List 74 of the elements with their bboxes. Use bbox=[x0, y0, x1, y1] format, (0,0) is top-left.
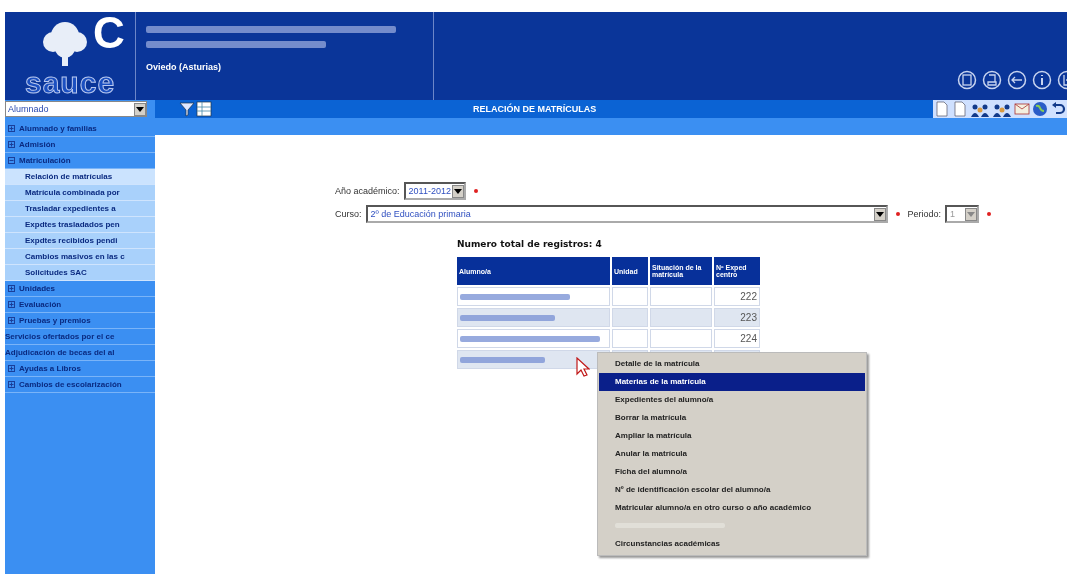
required-icon bbox=[473, 189, 478, 193]
year-select[interactable]: 2011-2012 bbox=[403, 182, 466, 200]
cursor-icon bbox=[576, 357, 590, 377]
sidebar-item[interactable]: Cambios de escolarización bbox=[5, 377, 155, 393]
menu-item[interactable]: Materias de la matrícula bbox=[599, 373, 865, 391]
expand-icon[interactable] bbox=[8, 141, 15, 148]
menu-item[interactable]: Nº de identificación escolar del alumno/a bbox=[599, 481, 865, 499]
field-label: Periodo: bbox=[907, 209, 942, 219]
sidebar-subitem[interactable]: Expdtes trasladados pen bbox=[5, 217, 155, 233]
required-icon bbox=[895, 212, 900, 216]
sidebar-item[interactable]: Evaluación bbox=[5, 297, 155, 313]
sidebar-subitem[interactable]: Expdtes recibidos pendi bbox=[5, 233, 155, 249]
table-cell bbox=[650, 308, 712, 327]
sidebar-item[interactable]: Unidades bbox=[5, 281, 155, 297]
table-cell bbox=[650, 329, 712, 348]
expand-icon[interactable] bbox=[8, 301, 15, 308]
undo-icon[interactable] bbox=[1050, 101, 1066, 117]
grid-icon[interactable] bbox=[196, 101, 212, 117]
sidebar-item[interactable]: Servicios ofertados por el ce bbox=[5, 329, 155, 345]
page-title: RELACIÓN DE MATRÍCULAS bbox=[473, 104, 597, 114]
menu-item[interactable]: Borrar la matrícula bbox=[599, 409, 865, 427]
field-label: Curso: bbox=[335, 209, 362, 219]
location-text: Oviedo (Asturias) bbox=[146, 62, 222, 72]
menu-item[interactable]: Expedientes del alumno/a bbox=[599, 391, 865, 409]
info-icon[interactable] bbox=[1032, 70, 1052, 90]
sidebar-item[interactable]: Ayudas a Libros bbox=[5, 361, 155, 377]
sidebar-subitem[interactable]: Cambios masivos en las c bbox=[5, 249, 155, 265]
sidebar-subitem[interactable]: Trasladar expedientes a bbox=[5, 201, 155, 217]
table-cell: 224 bbox=[714, 329, 760, 348]
mail-icon[interactable] bbox=[1014, 101, 1030, 117]
caret-icon bbox=[875, 211, 884, 217]
table-cell bbox=[612, 308, 648, 327]
globe-icon[interactable] bbox=[1032, 101, 1048, 117]
expand-icon[interactable] bbox=[8, 125, 15, 132]
book-icon[interactable] bbox=[957, 70, 977, 90]
print-icon[interactable] bbox=[982, 70, 1002, 90]
expand-icon[interactable] bbox=[8, 285, 15, 292]
redacted-link[interactable] bbox=[460, 293, 570, 300]
table-cell bbox=[612, 287, 648, 306]
caret-icon bbox=[136, 106, 144, 112]
record-count: Numero total de registros: 4 bbox=[457, 239, 603, 249]
menu-item[interactable]: Circunstancias académicas bbox=[599, 535, 865, 553]
collapse-icon[interactable] bbox=[8, 157, 15, 164]
redacted-link[interactable] bbox=[460, 314, 555, 321]
caret-icon bbox=[453, 188, 462, 194]
expand-icon[interactable] bbox=[8, 317, 15, 324]
menu-item[interactable]: Ficha del alumno/a bbox=[599, 463, 865, 481]
table-cell: 222 bbox=[714, 287, 760, 306]
menu-item[interactable]: Detalle de la matrícula bbox=[599, 355, 865, 373]
sidebar-subitem[interactable]: Solicitudes SAC bbox=[5, 265, 155, 281]
profile-select[interactable]: Alumnado bbox=[5, 101, 147, 117]
sidebar-item[interactable]: Pruebas y premios bbox=[5, 313, 155, 329]
menu-item[interactable]: Matricular alumno/a en otro curso o año académico bbox=[599, 499, 865, 517]
logo-letter: C bbox=[93, 8, 125, 58]
caret-icon bbox=[967, 211, 976, 217]
sidebar-subitem[interactable]: Matrícula combinada por bbox=[5, 185, 155, 201]
expand-icon[interactable] bbox=[8, 365, 15, 372]
sidebar-item[interactable]: Alumnado y familias bbox=[5, 121, 155, 137]
menu-item[interactable]: Anular la matrícula bbox=[599, 445, 865, 463]
menu-item[interactable]: Ampliar la matrícula bbox=[599, 427, 865, 445]
navigation-icon[interactable] bbox=[1007, 70, 1027, 90]
redacted-link[interactable] bbox=[460, 335, 600, 342]
table-cell bbox=[612, 329, 648, 348]
redacted-link[interactable] bbox=[460, 356, 545, 363]
required-icon bbox=[987, 212, 992, 216]
sidebar-subitem[interactable]: Relación de matrículas bbox=[5, 169, 155, 185]
table-cell: 223 bbox=[714, 308, 760, 327]
field-label: Año académico: bbox=[335, 186, 400, 196]
expand-icon[interactable] bbox=[8, 381, 15, 388]
course-select[interactable]: 2º de Educación primaria bbox=[365, 205, 888, 223]
logo-name: sauce bbox=[25, 66, 116, 100]
table-cell bbox=[650, 287, 712, 306]
sidebar-item[interactable]: Admisión bbox=[5, 137, 155, 153]
sidebar-item[interactable]: Adjudicación de becas del al bbox=[5, 345, 155, 361]
